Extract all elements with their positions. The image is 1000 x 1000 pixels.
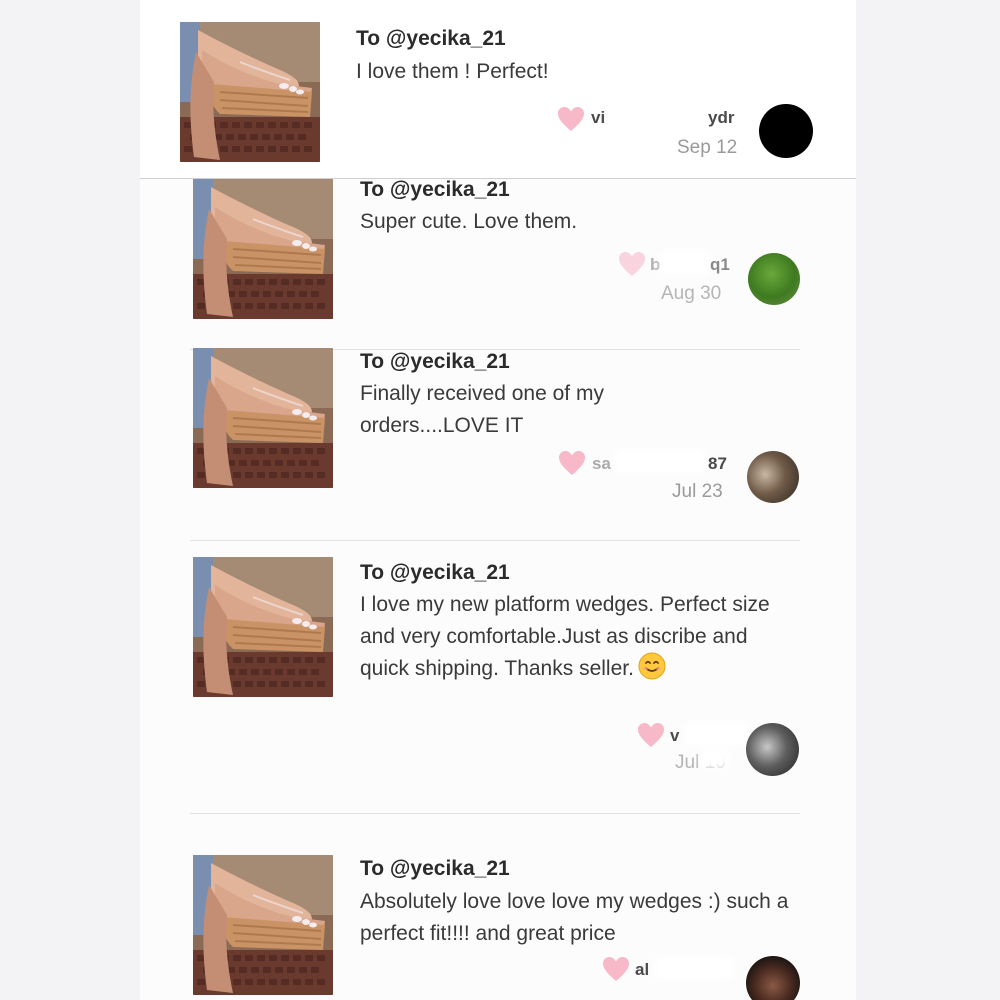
- product-thumbnail[interactable]: [193, 557, 333, 697]
- username-visible-end: 87: [708, 454, 727, 473]
- review-recipient: To @yecika_21: [356, 27, 506, 50]
- username-redaction: [660, 251, 712, 275]
- username-visible-start: al: [635, 960, 650, 979]
- username-visible-start: sa: [592, 454, 611, 473]
- avatar[interactable]: [759, 104, 813, 158]
- product-thumbnail[interactable]: [193, 179, 333, 319]
- username-visible-start: vi: [591, 108, 606, 127]
- heart-icon[interactable]: [558, 450, 586, 476]
- username-visible-end: ydr: [708, 108, 735, 127]
- review-date: Jul 23: [672, 481, 723, 502]
- heart-icon[interactable]: [618, 251, 646, 277]
- heart-icon[interactable]: [557, 106, 585, 132]
- heart-icon[interactable]: [602, 956, 630, 982]
- review-recipient: To @yecika_21: [360, 178, 510, 201]
- heart-icon[interactable]: [637, 722, 665, 748]
- reviewer-username[interactable]: vi: [591, 108, 605, 128]
- review-item[interactable]: To @yecika_21 I love them ! Perfect! vi …: [140, 0, 856, 178]
- product-thumbnail[interactable]: [193, 855, 333, 995]
- review-recipient: To @yecika_21: [360, 561, 510, 584]
- product-thumbnail[interactable]: [180, 22, 320, 162]
- username-visible-start: b: [650, 255, 661, 274]
- date-redaction: [700, 748, 730, 768]
- avatar[interactable]: [746, 723, 799, 776]
- review-recipient: To @yecika_21: [360, 350, 510, 373]
- username-redaction: [654, 956, 734, 980]
- review-text-body: I love my new platform wedges. Perfect s…: [360, 593, 770, 680]
- username-redaction: [610, 104, 700, 128]
- review-text: I love them ! Perfect!: [356, 60, 549, 83]
- avatar[interactable]: [746, 956, 800, 1000]
- avatar[interactable]: [748, 253, 800, 305]
- review-item[interactable]: To @yecika_21 Finally received one of my…: [140, 350, 856, 540]
- review-item[interactable]: To @yecika_21 Absolutely love love love …: [140, 814, 856, 1000]
- review-item[interactable]: To @yecika_21 I love my new platform wed…: [140, 541, 856, 813]
- reviews-screen: To @yecika_21 I love them ! Perfect! vi …: [140, 0, 856, 1000]
- smiling-face-emoji: [638, 652, 666, 680]
- review-recipient: To @yecika_21: [360, 857, 510, 880]
- username-redaction: [614, 450, 706, 474]
- review-text: Absolutely love love love my wedges :) s…: [360, 890, 789, 945]
- review-item[interactable]: To @yecika_21 Super cute. Love them. b q…: [140, 178, 856, 350]
- username-visible-end: q1: [710, 255, 730, 274]
- review-date: Aug 30: [661, 283, 722, 304]
- review-text: Finally received one of my orders....LOV…: [360, 382, 604, 437]
- product-thumbnail[interactable]: [193, 348, 333, 488]
- username-visible-start: v: [670, 726, 680, 745]
- review-text: I love my new platform wedges. Perfect s…: [360, 589, 780, 685]
- review-text: Super cute. Love them.: [360, 210, 578, 233]
- avatar[interactable]: [747, 451, 799, 503]
- username-redaction: [684, 722, 750, 746]
- review-date: Sep 12: [677, 137, 738, 158]
